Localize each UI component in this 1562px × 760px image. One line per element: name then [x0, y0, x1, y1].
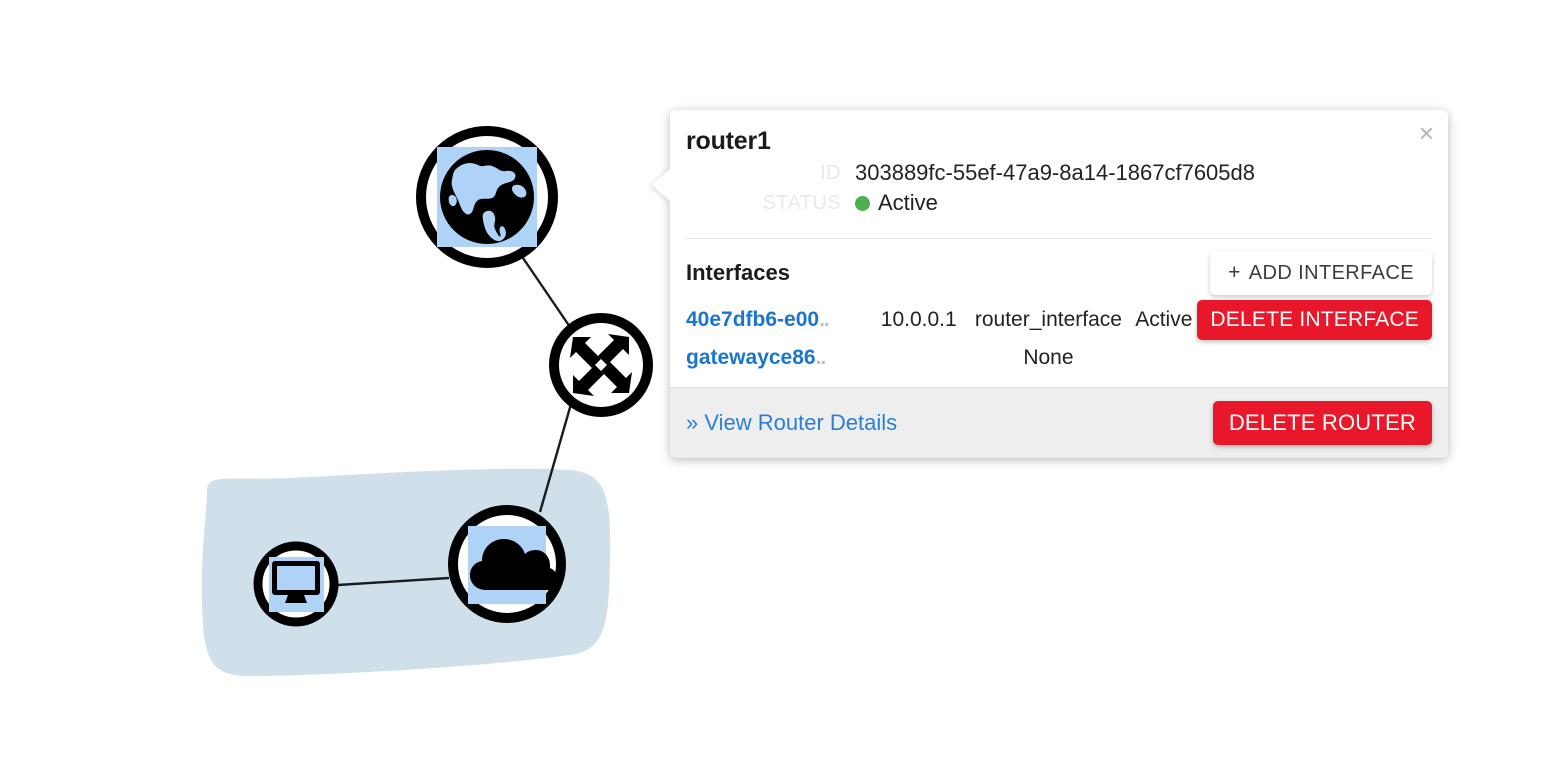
table-row[interactable]: gatewayce86.. None — [686, 343, 1432, 373]
interface-ip-cell — [858, 343, 967, 373]
interfaces-table: 40e7dfb6-e00.. 10.0.0.1 router_interface… — [686, 297, 1432, 373]
interface-link[interactable]: gatewayce86 — [686, 346, 816, 369]
interface-ip-cell: 10.0.0.1 — [880, 308, 957, 332]
detail-row-status: STATUS Active — [686, 188, 1426, 218]
router-node[interactable] — [549, 313, 653, 417]
interface-id-ellipsis: .. — [815, 346, 827, 370]
interface-id-cell: gatewayce86.. — [686, 343, 858, 373]
status-badge: Active — [878, 190, 938, 216]
interface-id-cell: 40e7dfb6-e00.. — [686, 297, 858, 343]
detail-row-id: ID 303889fc-55ef-47a9-8a14-1867cf7605d8 — [686, 158, 1426, 188]
network-node[interactable] — [448, 505, 566, 623]
interface-status-cell — [1130, 343, 1197, 373]
popup-header: router1 × ID 303889fc-55ef-47a9-8a14-186… — [670, 110, 1448, 228]
interface-status-cell: Active — [1135, 308, 1193, 332]
detail-value-status: Active — [855, 188, 1426, 218]
popup-pointer-tail — [652, 168, 671, 202]
interface-id-ellipsis: .. — [819, 308, 830, 332]
view-router-details-link[interactable]: » View Router Details — [686, 410, 897, 436]
delete-router-button[interactable]: DELETE ROUTER — [1212, 401, 1432, 446]
table-row[interactable]: 40e7dfb6-e00.. 10.0.0.1 router_interface… — [686, 297, 1432, 343]
status-dot-icon — [855, 196, 870, 212]
interface-type-cell: router_interface — [974, 308, 1122, 332]
detail-value-id: 303889fc-55ef-47a9-8a14-1867cf7605d8 — [855, 160, 1255, 186]
popup-footer: » View Router Details DELETE ROUTER — [670, 387, 1448, 459]
delete-interface-button[interactable]: DELETE INTERFACE — [1197, 300, 1432, 341]
add-interface-label: ADD INTERFACE — [1248, 262, 1414, 285]
interface-action-cell — [1197, 343, 1432, 373]
router-detail-popup[interactable]: router1 × ID 303889fc-55ef-47a9-8a14-186… — [652, 110, 1448, 459]
interface-action-cell: DELETE INTERFACE — [1197, 297, 1432, 343]
add-interface-button[interactable]: + ADD INTERFACE — [1210, 251, 1432, 296]
interfaces-heading: Interfaces — [686, 260, 790, 286]
interface-type-cell: None — [1023, 346, 1074, 370]
interface-link[interactable]: 40e7dfb6-e00 — [686, 308, 819, 331]
instance-node[interactable] — [253, 541, 339, 627]
detail-label-id: ID — [820, 161, 841, 184]
router-detail-table: ID 303889fc-55ef-47a9-8a14-1867cf7605d8 … — [686, 158, 1426, 218]
plus-icon: + — [1228, 261, 1241, 285]
globe-icon — [440, 150, 534, 244]
edge-external-to-router — [522, 257, 571, 328]
page-title: router1 — [686, 127, 771, 155]
close-icon[interactable]: × — [1419, 120, 1434, 146]
detail-label-status: STATUS — [762, 191, 841, 214]
interfaces-section: Interfaces + ADD INTERFACE 40e7dfb6-e00..… — [670, 239, 1448, 373]
external-network-node[interactable] — [416, 126, 558, 268]
